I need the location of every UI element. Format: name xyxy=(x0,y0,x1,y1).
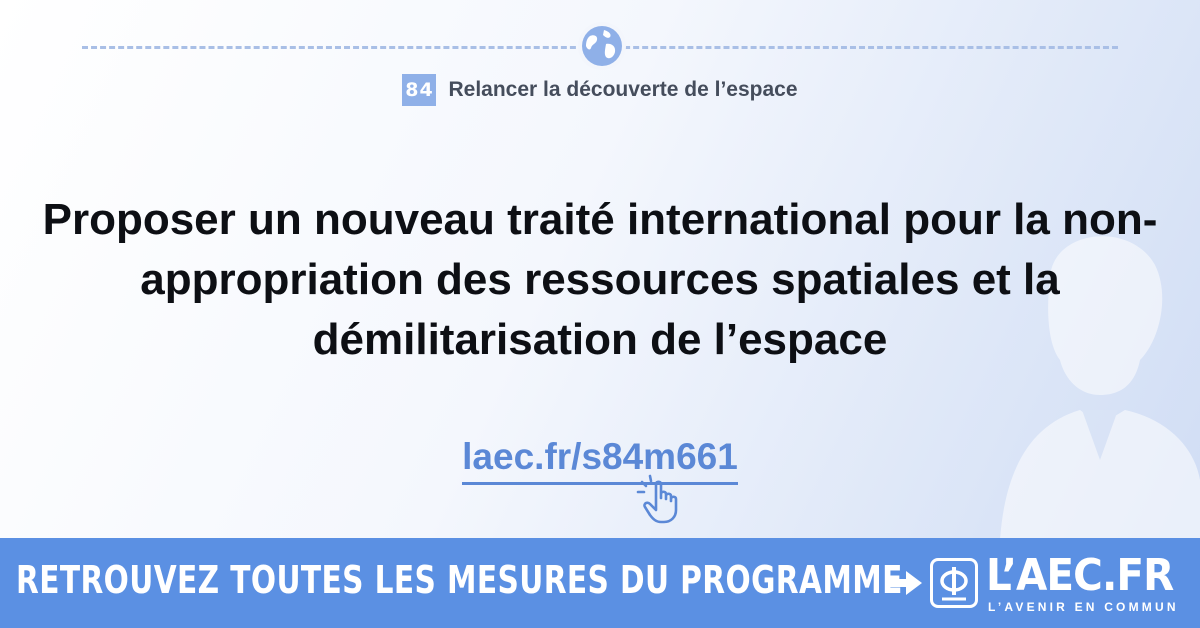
measure-short-link[interactable]: laec.fr/s84m661 xyxy=(462,436,738,485)
measure-headline: Proposer un nouveau traité international… xyxy=(42,195,1158,364)
phi-logo-icon xyxy=(930,558,978,608)
phi-symbol-icon xyxy=(940,567,968,601)
program-banner[interactable]: RETROUVEZ TOUTES LES MESURES DU PROGRAMM… xyxy=(0,538,1200,628)
measure-number-badge: 84 xyxy=(402,74,437,106)
link-container: laec.fr/s84m661 xyxy=(0,436,1200,485)
banner-cta-text: RETROUVEZ TOUTES LES MESURES DU PROGRAMM… xyxy=(16,558,903,602)
theme-title: Relancer la découverte de l’espace xyxy=(448,78,798,101)
globe-icon xyxy=(578,22,626,70)
theme-tagline: 84 Relancer la découverte de l’espace xyxy=(0,74,1200,106)
brand-name: L’AEC.FR xyxy=(986,550,1174,601)
brand-tagline: L’AVENIR EN COMMUN xyxy=(988,600,1179,614)
pointing-hand-icon xyxy=(636,474,678,524)
arrow-right-icon xyxy=(890,571,922,595)
